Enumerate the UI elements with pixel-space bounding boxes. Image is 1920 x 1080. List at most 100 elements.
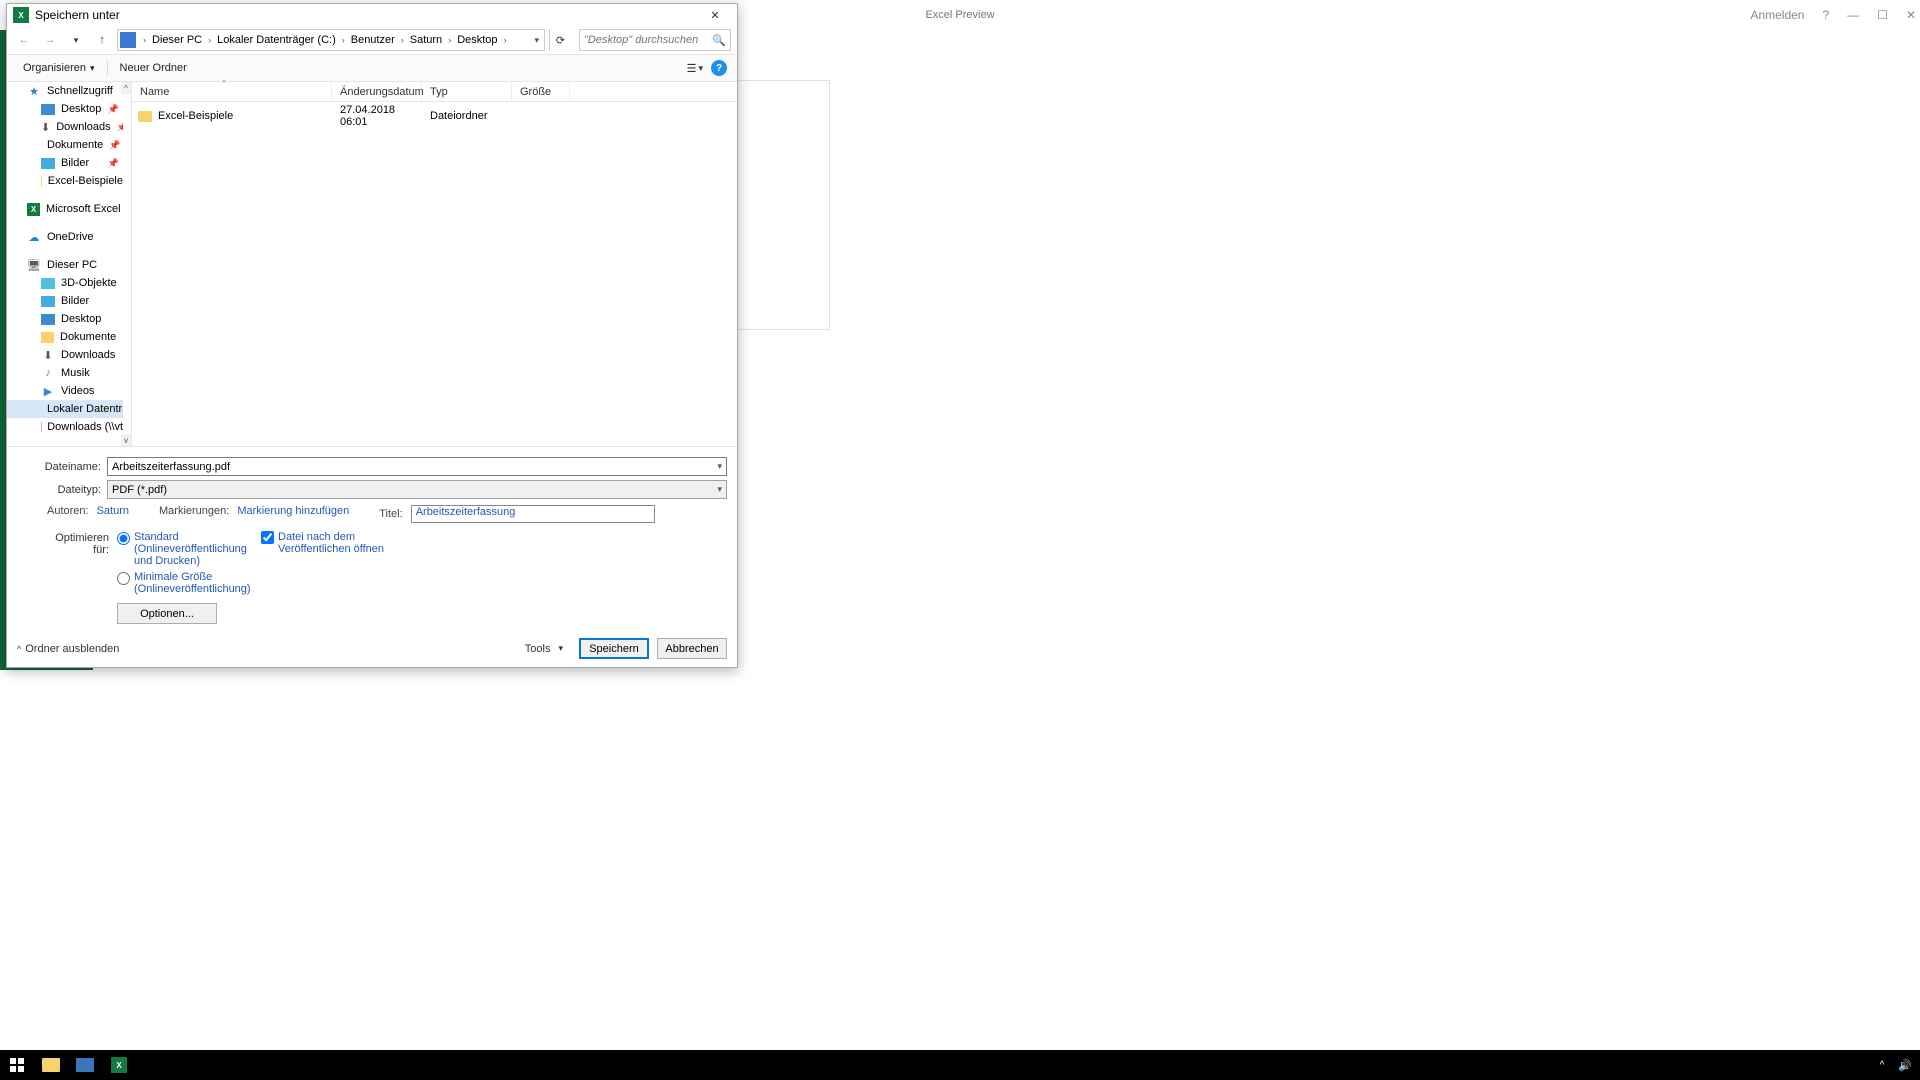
options-button[interactable]: Optionen... <box>117 603 217 624</box>
nav-3d-objects[interactable]: 3D-Objekte <box>7 274 123 292</box>
nav-documents-pc[interactable]: Dokumente <box>7 328 123 346</box>
nav-excel-examples[interactable]: Excel-Beispiele <box>7 172 123 190</box>
nav-pictures[interactable]: Bilder📌 <box>7 154 123 172</box>
nav-music[interactable]: ♪Musik <box>7 364 123 382</box>
new-folder-button[interactable]: Neuer Ordner <box>114 58 193 78</box>
file-row[interactable]: Excel-Beispiele 27.04.2018 06:01 Dateior… <box>132 106 737 126</box>
nav-quick-access[interactable]: ★Schnellzugriff <box>7 82 123 100</box>
crumb-local-disk[interactable]: Lokaler Datenträger (C:) <box>214 34 339 46</box>
filename-field[interactable]: ▾ <box>107 457 727 476</box>
chevron-right-icon[interactable]: › <box>445 35 454 45</box>
crumb-desktop[interactable]: Desktop <box>454 34 500 46</box>
chevron-down-icon: ▾ <box>698 63 703 74</box>
main-area: ^ ★Schnellzugriff Desktop📌 ⬇Downloads📌 D… <box>7 82 737 446</box>
dialog-close-button[interactable]: ✕ <box>695 5 735 25</box>
start-button[interactable] <box>0 1050 34 1080</box>
column-headers: Name^ Änderungsdatum Typ Größe <box>132 82 737 102</box>
maximize-icon[interactable]: ☐ <box>1877 8 1888 22</box>
col-size[interactable]: Größe <box>512 82 570 101</box>
minimize-icon[interactable]: — <box>1847 8 1859 22</box>
star-icon: ★ <box>27 84 41 98</box>
nav-documents[interactable]: Dokumente📌 <box>7 136 123 154</box>
nav-desktop[interactable]: Desktop📌 <box>7 100 123 118</box>
chevron-right-icon[interactable]: › <box>398 35 407 45</box>
desktop-icon <box>41 104 55 115</box>
help-icon[interactable]: ? <box>1822 8 1829 22</box>
title-field[interactable] <box>411 505 655 523</box>
chevron-right-icon[interactable]: › <box>140 35 149 45</box>
nav-ms-excel[interactable]: XMicrosoft Excel <box>7 200 123 218</box>
organize-button[interactable]: Organisieren ▾ <box>17 58 101 78</box>
authors-value[interactable]: Saturn <box>97 505 129 517</box>
filetype-dropdown[interactable]: PDF (*.pdf) ▾ <box>107 480 727 499</box>
help-button[interactable]: ? <box>711 60 727 76</box>
chevron-down-icon: ▾ <box>90 63 95 74</box>
back-button[interactable]: ← <box>13 29 35 51</box>
crumb-this-pc[interactable]: Dieser PC <box>149 34 205 46</box>
save-button[interactable]: Speichern <box>579 638 649 659</box>
nav-pictures-pc[interactable]: Bilder <box>7 292 123 310</box>
file-list[interactable]: Excel-Beispiele 27.04.2018 06:01 Dateior… <box>132 102 737 446</box>
nav-desktop-pc[interactable]: Desktop <box>7 310 123 328</box>
col-name[interactable]: Name^ <box>132 82 332 101</box>
radio-standard[interactable]: Standard (Onlineveröffentlichung und Dru… <box>117 531 237 567</box>
search-icon[interactable]: 🔍 <box>712 34 726 47</box>
scroll-down-button[interactable]: v <box>121 434 131 446</box>
chevron-down-icon[interactable]: ▾ <box>717 461 722 472</box>
filename-label: Dateiname: <box>17 461 107 473</box>
nav-downloads[interactable]: ⬇Downloads📌 <box>7 118 123 136</box>
crumb-users[interactable]: Benutzer <box>348 34 398 46</box>
search-box[interactable]: 🔍 <box>579 29 731 51</box>
taskbar-app[interactable] <box>68 1050 102 1080</box>
nav-this-pc[interactable]: 🖥Dieser PC <box>7 256 123 274</box>
crumb-saturn[interactable]: Saturn <box>407 34 445 46</box>
taskbar-file-explorer[interactable] <box>34 1050 68 1080</box>
filetype-label: Dateityp: <box>17 484 107 496</box>
taskbar-excel[interactable]: X <box>102 1050 136 1080</box>
chevron-right-icon[interactable]: › <box>501 35 510 45</box>
taskbar: X ^ 🔊 <box>0 1050 1920 1080</box>
search-input[interactable] <box>584 34 712 46</box>
nav-downloads-pc[interactable]: ⬇Downloads <box>7 346 123 364</box>
checkbox-open-after-input[interactable] <box>261 531 274 544</box>
refresh-button[interactable]: ⟳ <box>549 29 571 51</box>
app-icon <box>76 1058 94 1072</box>
title-label: Titel: <box>379 508 402 520</box>
forward-button[interactable]: → <box>39 29 61 51</box>
music-icon: ♪ <box>41 366 55 380</box>
nav-videos[interactable]: ▶Videos <box>7 382 123 400</box>
tools-dropdown[interactable]: Tools ▾ <box>517 643 571 655</box>
chevron-down-icon[interactable]: ▾ <box>717 484 722 495</box>
sort-indicator-icon: ^ <box>222 79 327 88</box>
filename-input[interactable] <box>112 461 717 473</box>
radio-minimal-input[interactable] <box>117 572 130 585</box>
hide-folders-button[interactable]: ^ Ordner ausblenden <box>17 643 119 655</box>
col-date[interactable]: Änderungsdatum <box>332 82 422 101</box>
checkbox-open-after[interactable]: Datei nach dem Veröffentlichen öffnen <box>261 531 391 555</box>
chevron-right-icon[interactable]: › <box>339 35 348 45</box>
view-mode-button[interactable]: ☰ ▾ <box>687 62 703 75</box>
tray-chevron-up-icon[interactable]: ^ <box>1880 1060 1885 1071</box>
radio-minimal[interactable]: Minimale Größe (Onlineveröffentlichung) <box>117 571 237 595</box>
chevron-right-icon[interactable]: › <box>205 35 214 45</box>
radio-standard-input[interactable] <box>117 532 130 545</box>
tray-volume-icon[interactable]: 🔊 <box>1898 1059 1912 1072</box>
breadcrumb-bar[interactable]: › Dieser PC › Lokaler Datenträger (C:) ›… <box>117 29 545 51</box>
title-input[interactable] <box>416 506 650 518</box>
documents-icon <box>41 332 54 343</box>
close-icon[interactable]: ✕ <box>1906 8 1916 22</box>
nav-net-downloads[interactable]: Downloads (\\vt <box>7 418 123 436</box>
dialog-titlebar: X Speichern unter ✕ <box>7 4 737 26</box>
col-type[interactable]: Typ <box>422 82 512 101</box>
file-pane: Name^ Änderungsdatum Typ Größe Excel-Bei… <box>132 82 737 446</box>
tags-value[interactable]: Markierung hinzufügen <box>237 505 349 517</box>
breadcrumb-dropdown-icon[interactable]: ▾ <box>531 35 542 46</box>
excel-signin-link[interactable]: Anmelden <box>1750 8 1804 22</box>
nav-onedrive[interactable]: ☁OneDrive <box>7 228 123 246</box>
filetype-value: PDF (*.pdf) <box>112 484 167 496</box>
cancel-button[interactable]: Abbrechen <box>657 638 727 659</box>
nav-local-disk[interactable]: Lokaler Datenträ <box>7 400 123 418</box>
recent-dropdown-icon[interactable]: ▾ <box>65 29 87 51</box>
up-button[interactable]: ↑ <box>91 29 113 51</box>
pin-icon: 📌 <box>109 140 123 151</box>
